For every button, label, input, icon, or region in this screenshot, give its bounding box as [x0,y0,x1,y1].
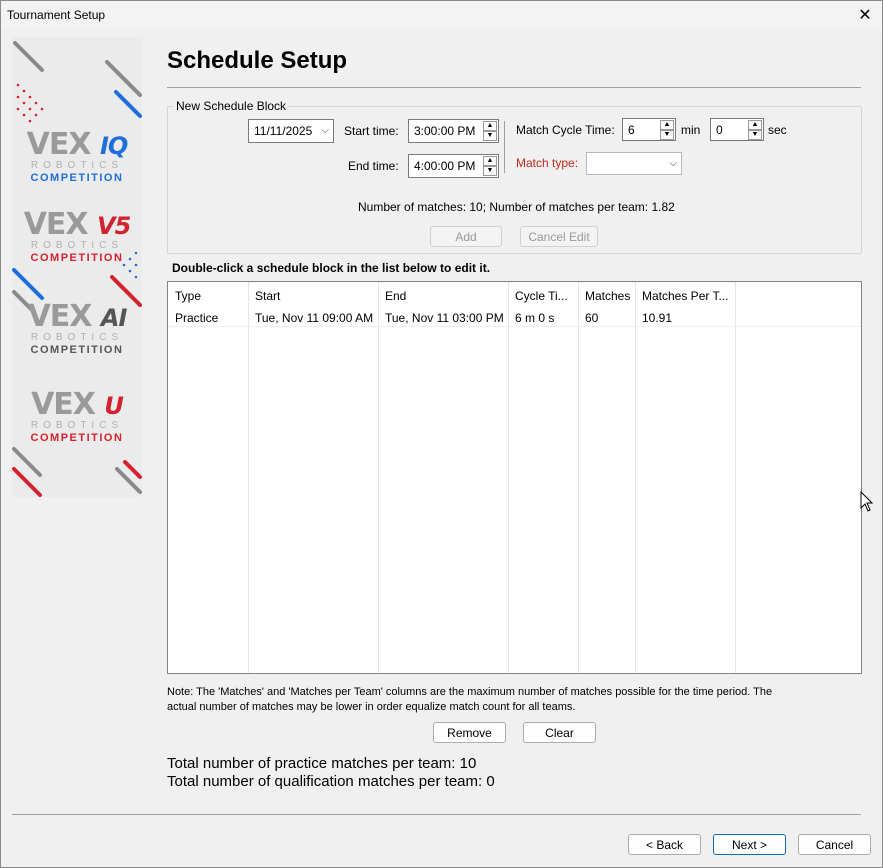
brand-robotics: ROBOTICS [30,240,124,251]
tournament-setup-window: Tournament Setup ✕ VEX IQ ROBOTICS COMPE… [0,0,883,868]
start-time-label: Start time: [344,124,399,138]
cell-matches-per-team: 10.91 [642,311,673,325]
chevron-down-icon: ⌵ [321,125,329,136]
window-title: Tournament Setup [7,8,106,22]
brand-competition: COMPETITION [30,344,124,356]
brand-suffix: AI [100,304,127,332]
cycle-seconds-value: 0 [716,122,723,137]
cell-type: Practice [175,311,219,325]
min-unit-label: min [681,123,701,137]
brand-competition: COMPETITION [30,432,124,444]
brand-robotics: ROBOTICS [30,160,124,171]
total-qualification-matches: Total number of qualification matches pe… [167,773,495,790]
end-time-input[interactable]: 4:00:00 PM ▲ ▼ [408,154,499,178]
cycle-minutes-input[interactable]: 6 ▲ ▼ [622,118,676,141]
mouse-cursor-icon [860,491,874,512]
start-time-value: 3:00:00 PM [414,124,476,138]
back-button[interactable]: < Back [628,834,701,855]
column-divider [509,282,579,673]
vex-u-logo: VEX U ROBOTICS COMPETITION [12,390,142,445]
remove-button[interactable]: Remove [433,722,506,743]
match-type-select[interactable]: ⌵ [586,152,682,175]
column-header-type[interactable]: Type [175,289,201,303]
end-time-label: End time: [348,159,399,173]
list-hint: Double-click a schedule block in the lis… [172,261,491,275]
group-label: New Schedule Block [174,99,289,113]
up-arrow-icon[interactable]: ▲ [660,120,674,130]
vex-wordmark: VEX [27,299,93,334]
vertical-separator [504,121,505,173]
add-button[interactable]: Add [430,226,502,247]
column-divider [168,282,249,673]
chevron-down-icon: ⌵ [669,158,677,169]
schedule-list[interactable]: Type Start End Cycle Ti... Matches Match… [167,281,862,674]
cell-end: Tue, Nov 11 03:00 PM [385,311,504,325]
start-time-input[interactable]: 3:00:00 PM ▲ ▼ [408,119,499,143]
brand-sidebar: VEX IQ ROBOTICS COMPETITION VEX V5 ROBOT… [12,37,142,497]
down-arrow-icon[interactable]: ▼ [748,130,762,140]
row-divider [168,326,861,327]
brand-competition: COMPETITION [30,252,124,264]
cycle-minutes-value: 6 [628,122,635,137]
column-divider [579,282,636,673]
brand-robotics: ROBOTICS [30,332,124,343]
vex-wordmark: VEX [31,387,96,422]
brand-suffix: IQ [99,132,128,160]
cancel-button[interactable]: Cancel [798,834,871,855]
brand-suffix: V5 [97,212,131,240]
vex-ai-logo: VEX AI ROBOTICS COMPETITION [12,302,142,357]
cell-start: Tue, Nov 11 09:00 AM [255,311,374,325]
cycle-minutes-spinner[interactable]: ▲ ▼ [660,120,674,140]
column-header-start[interactable]: Start [255,289,280,303]
header-divider [167,87,861,88]
brand-suffix: U [104,392,123,420]
down-arrow-icon[interactable]: ▼ [483,166,497,176]
match-summary: Number of matches: 10; Number of matches… [358,200,675,214]
column-header-matches[interactable]: Matches [585,289,630,303]
column-divider [249,282,379,673]
match-cycle-time-label: Match Cycle Time: [516,123,615,137]
brand-robotics: ROBOTICS [30,420,124,431]
start-time-spinner[interactable]: ▲ ▼ [483,121,497,141]
end-time-value: 4:00:00 PM [414,159,476,173]
column-header-matches-per-team[interactable]: Matches Per T... [642,289,728,303]
up-arrow-icon[interactable]: ▲ [748,120,762,130]
vex-wordmark: VEX [23,207,89,242]
up-arrow-icon[interactable]: ▲ [483,156,497,166]
date-value: 11/11/2025 [254,124,313,138]
column-header-cycle-time[interactable]: Cycle Ti... [515,289,568,303]
clear-button[interactable]: Clear [523,722,596,743]
vex-iq-logo: VEX IQ ROBOTICS COMPETITION [12,130,142,185]
vex-wordmark: VEX [26,127,92,162]
sec-unit-label: sec [768,123,787,137]
footer-divider [12,814,861,815]
down-arrow-icon[interactable]: ▼ [483,131,497,141]
cell-cycle-time: 6 m 0 s [515,311,555,325]
column-divider [379,282,509,673]
matches-note: Note: The 'Matches' and 'Matches per Tea… [167,686,773,713]
cycle-seconds-input[interactable]: 0 ▲ ▼ [710,118,764,141]
cancel-edit-button[interactable]: Cancel Edit [520,226,598,247]
next-button[interactable]: Next > [713,834,786,855]
brand-competition: COMPETITION [30,172,124,184]
cycle-seconds-spinner[interactable]: ▲ ▼ [748,120,762,140]
date-picker[interactable]: 11/11/2025 ⌵ [248,119,334,143]
title-bar: Tournament Setup ✕ [1,1,882,29]
down-arrow-icon[interactable]: ▼ [660,130,674,140]
column-header-end[interactable]: End [385,289,406,303]
end-time-spinner[interactable]: ▲ ▼ [483,156,497,176]
close-icon[interactable]: ✕ [854,4,876,26]
cell-matches: 60 [585,311,599,325]
match-type-label: Match type: [516,156,579,170]
column-divider [636,282,736,673]
total-practice-matches: Total number of practice matches per tea… [167,755,477,772]
vex-v5-logo: VEX V5 ROBOTICS COMPETITION [12,210,142,265]
page-title: Schedule Setup [167,47,348,74]
up-arrow-icon[interactable]: ▲ [483,121,497,131]
